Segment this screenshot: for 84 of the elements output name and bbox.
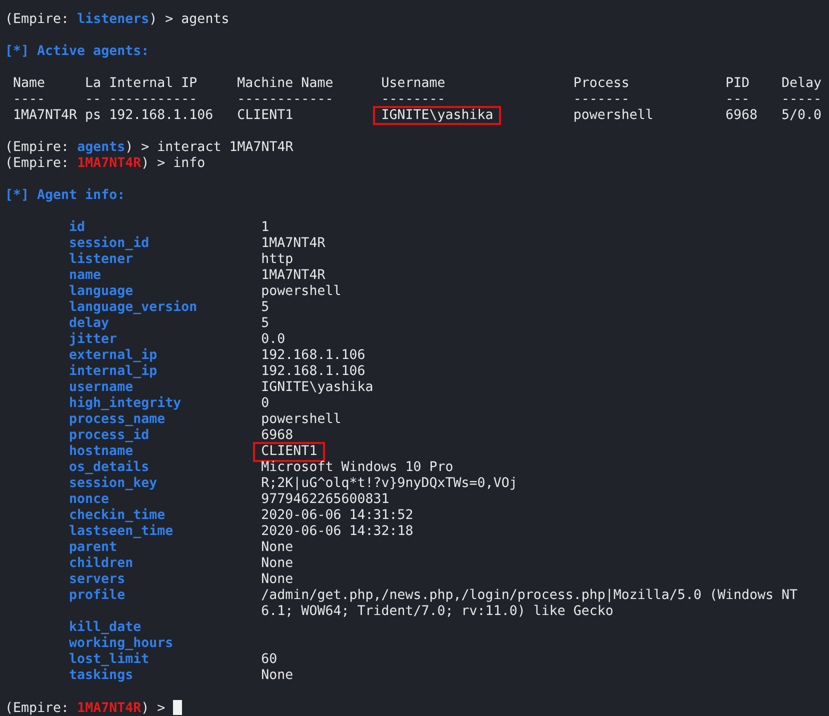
- column-rule: --: [85, 92, 102, 107]
- prompt-line: (Empire: 1MA7NT4R) >: [5, 700, 182, 716]
- info-value: 6968: [261, 428, 294, 443]
- info-key: process_id: [69, 428, 150, 443]
- column-rule: -------: [573, 92, 630, 107]
- column-header: Username: [381, 76, 446, 91]
- info-key: internal_ip: [69, 364, 158, 379]
- info-key: lost_limit: [69, 652, 150, 667]
- info-key: taskings: [69, 668, 134, 683]
- info-value: CLIENT1: [253, 442, 326, 462]
- info-key: listener: [69, 252, 134, 267]
- info-value: None: [261, 540, 294, 555]
- info-key: name: [69, 268, 102, 283]
- info-key: children: [69, 556, 134, 571]
- info-key: profile: [69, 588, 126, 603]
- info-value: None: [261, 668, 294, 683]
- info-value: 5: [261, 300, 270, 315]
- table-cell: 1MA7NT4R: [13, 108, 78, 123]
- table-cell: 192.168.1.106: [109, 108, 214, 123]
- info-value: 0.0: [261, 332, 286, 347]
- info-value: None: [261, 572, 294, 587]
- info-value: 1MA7NT4R: [261, 268, 326, 283]
- info-value: None: [261, 556, 294, 571]
- column-header: Internal IP: [109, 76, 198, 91]
- column-rule: -----------: [109, 92, 198, 107]
- info-key: username: [69, 380, 134, 395]
- info-value: 1MA7NT4R: [261, 236, 326, 251]
- info-value: 192.168.1.106: [261, 364, 366, 379]
- prompt-line: (Empire: listeners) > agents: [5, 12, 230, 28]
- section-heading: [*] Agent info:: [5, 188, 126, 204]
- column-header: La: [85, 76, 102, 91]
- info-key: checkin_time: [69, 508, 166, 523]
- info-value: Microsoft Windows 10 Pro: [261, 460, 454, 475]
- info-key: language_version: [69, 300, 198, 315]
- info-value: IGNITE\yashika: [261, 380, 374, 395]
- info-key: process_name: [69, 412, 166, 427]
- info-key: parent: [69, 540, 118, 555]
- column-rule: ----: [13, 92, 46, 107]
- info-key: lastseen_time: [69, 524, 174, 539]
- table-cell: 5/0.0: [781, 108, 822, 123]
- info-key: jitter: [69, 332, 118, 347]
- info-value: /admin/get.php,/news.php,/login/process.php|Mozilla/5.0 (Windows NT 6.1; WOW64; Trident/7.0; rv:11.0) like Gecko: [261, 588, 799, 619]
- table-cell: 6968: [725, 108, 758, 123]
- info-value: 5: [261, 316, 270, 331]
- info-key: session_key: [69, 476, 158, 491]
- info-key: nonce: [69, 492, 110, 507]
- column-rule: ---: [725, 92, 750, 107]
- info-key: id: [69, 220, 86, 235]
- info-value: 1: [261, 220, 270, 235]
- column-header: PID: [725, 76, 750, 91]
- info-key: working_hours: [69, 636, 174, 651]
- info-key: session_id: [69, 236, 150, 251]
- info-key: external_ip: [69, 348, 158, 363]
- table-cell: CLIENT1: [237, 108, 294, 123]
- column-header: Machine Name: [237, 76, 334, 91]
- column-rule: ------------: [237, 92, 334, 107]
- info-value: powershell: [261, 284, 342, 299]
- info-key: delay: [69, 316, 110, 331]
- info-value: 9779462265600831: [261, 492, 390, 507]
- info-key: hostname: [69, 444, 134, 459]
- column-header: Process: [573, 76, 630, 91]
- info-key: os_details: [69, 460, 150, 475]
- section-heading: [*] Active agents:: [5, 44, 150, 60]
- info-value: 2020-06-06 14:32:18: [261, 524, 414, 539]
- prompt-line: (Empire: 1MA7NT4R) > info: [5, 156, 206, 172]
- prompt-line: (Empire: agents) > interact 1MA7NT4R: [5, 140, 294, 156]
- info-value: 0: [261, 396, 270, 411]
- info-key: kill_date: [69, 620, 142, 635]
- info-key: servers: [69, 572, 126, 587]
- column-rule: --------: [381, 92, 446, 107]
- info-value: http: [261, 252, 294, 267]
- table-cell: ps: [85, 108, 102, 123]
- column-header: Name: [13, 76, 46, 91]
- info-value: powershell: [261, 412, 342, 427]
- info-key: high_integrity: [69, 396, 182, 411]
- column-rule: -----: [781, 92, 822, 107]
- table-cell: IGNITE\yashika: [373, 106, 502, 125]
- info-value: 192.168.1.106: [261, 348, 366, 363]
- column-header: Delay: [781, 76, 822, 91]
- info-key: language: [69, 284, 134, 299]
- table-cell: powershell: [573, 108, 654, 123]
- info-value: 60: [261, 652, 278, 667]
- info-value: 2020-06-06 14:31:52: [261, 508, 414, 523]
- info-value: R;2K|uG^olq*t!?v}9nyDQxTWs=0,VOj: [261, 476, 518, 491]
